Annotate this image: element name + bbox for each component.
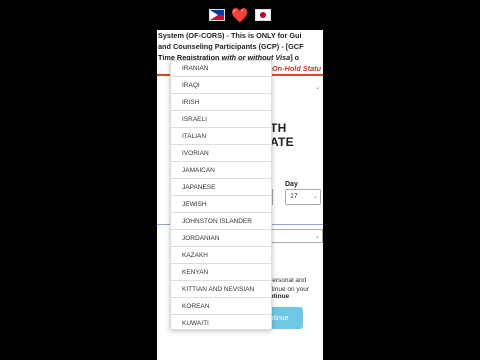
dropdown-option[interactable]: IVORIAN: [171, 146, 271, 162]
phone-screen: ❤️ System (OF-CORS) - This is ONLY for G…: [157, 0, 323, 360]
dropdown-option[interactable]: JEWISH: [171, 197, 271, 213]
japan-flag-icon: [254, 9, 271, 21]
dropdown-option[interactable]: IRISH: [171, 95, 271, 111]
chevron-down-icon: ⌄: [315, 85, 321, 91]
dropdown-option[interactable]: ITALIAN: [171, 129, 271, 145]
dropdown-option[interactable]: KAZAKH: [171, 248, 271, 264]
chevron-down-icon: ⌄: [312, 194, 318, 200]
dropdown-option[interactable]: JAMAICAN: [171, 163, 271, 179]
dropdown-option[interactable]: JAPANESE: [171, 180, 271, 196]
notice-line-1: System (OF-CORS) - This is ONLY for Gui: [158, 31, 302, 40]
day-label: Day: [285, 181, 298, 188]
video-title-bar: ❤️: [157, 0, 323, 30]
dropdown-option[interactable]: JOHNSTON ISLANDER: [171, 214, 271, 230]
dropdown-option[interactable]: JORDANIAN: [171, 231, 271, 247]
dropdown-option[interactable]: KENYAN: [171, 265, 271, 281]
dropdown-option[interactable]: ISRAELI: [171, 112, 271, 128]
dropdown-option[interactable]: IRAQI: [171, 78, 271, 94]
chevron-down-icon: ⌄: [315, 234, 321, 240]
dropdown-option[interactable]: KUWAITI: [171, 316, 271, 329]
nationality-dropdown-list[interactable]: IRANIAN IRAQI IRISH ISRAELI ITALIAN IVORIAN JA…: [170, 60, 272, 330]
heart-icon: ❤️: [231, 7, 249, 23]
day-value: 17: [290, 193, 298, 200]
philippines-flag-icon: [209, 9, 226, 21]
day-select[interactable]: 17 ⌄: [285, 189, 321, 205]
notice-line-2: and Counseling Participants (GCP) - [GCF: [158, 42, 304, 51]
dropdown-option[interactable]: KOREAN: [171, 299, 271, 315]
dropdown-option[interactable]: IRANIAN: [171, 61, 271, 77]
dropdown-option[interactable]: KITTIAN AND NEVISIAN: [171, 282, 271, 298]
